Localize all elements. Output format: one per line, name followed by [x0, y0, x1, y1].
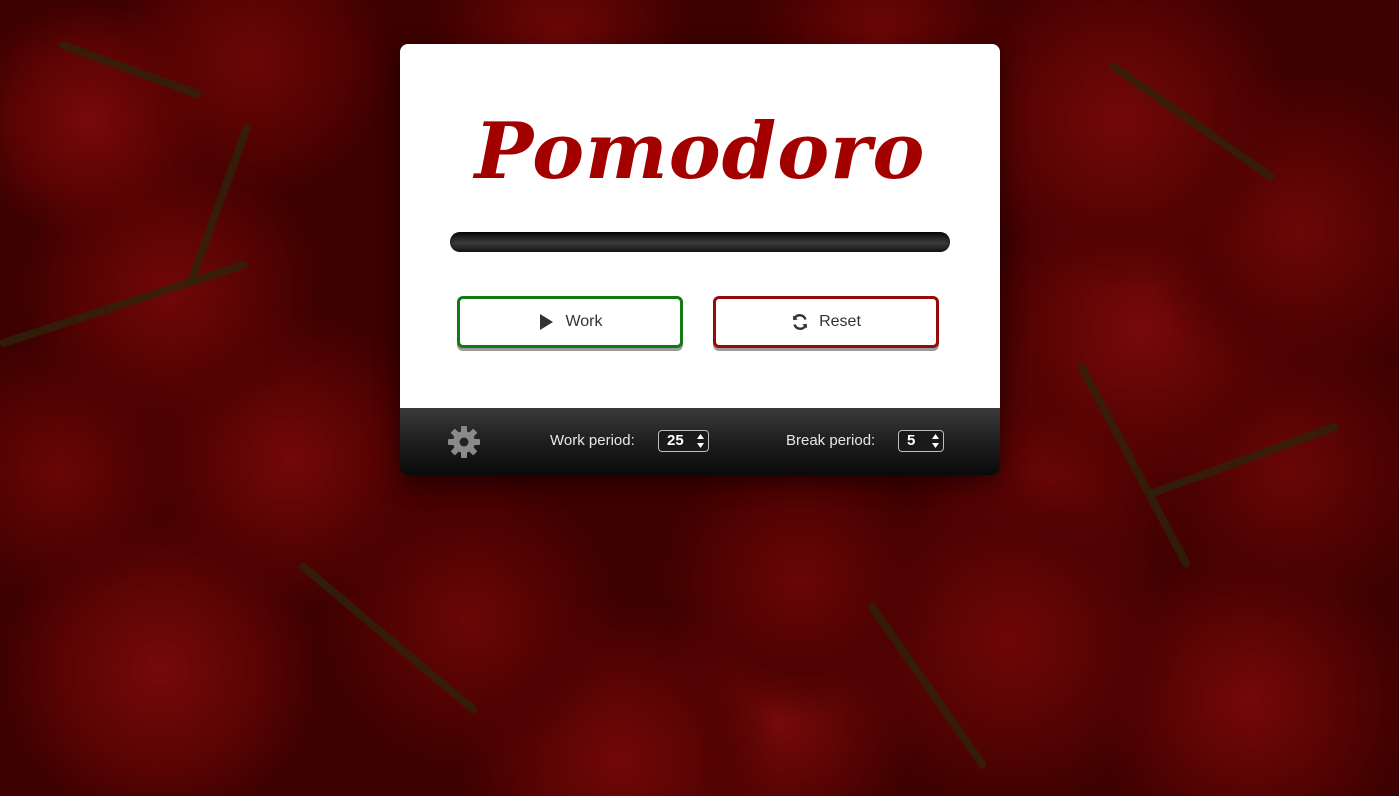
settings-footer: Work period: 25 Break period: 5 — [400, 408, 1000, 475]
stepper-arrows-icon[interactable] — [697, 433, 704, 449]
gear-icon[interactable] — [447, 425, 481, 459]
reset-button[interactable]: Reset — [713, 296, 939, 348]
progress-bar — [450, 232, 950, 252]
card-body: Pomodoro Work Reset — [400, 44, 1000, 408]
work-period-stepper[interactable]: 25 — [658, 430, 709, 452]
pomodoro-card: Pomodoro Work Reset Work period: 25 Brea… — [400, 44, 1000, 475]
app-title: Pomodoro — [474, 106, 926, 197]
stepper-arrows-icon[interactable] — [932, 433, 939, 449]
work-button-label: Work — [565, 313, 603, 330]
refresh-icon — [791, 313, 809, 331]
work-period-label: Work period: — [550, 432, 635, 449]
play-icon — [537, 313, 555, 331]
work-button[interactable]: Work — [457, 296, 683, 348]
reset-button-label: Reset — [819, 313, 861, 330]
break-period-label: Break period: — [786, 432, 876, 449]
work-period-value: 25 — [667, 432, 684, 449]
break-period-stepper[interactable]: 5 — [898, 430, 944, 452]
break-period-value: 5 — [907, 432, 916, 449]
